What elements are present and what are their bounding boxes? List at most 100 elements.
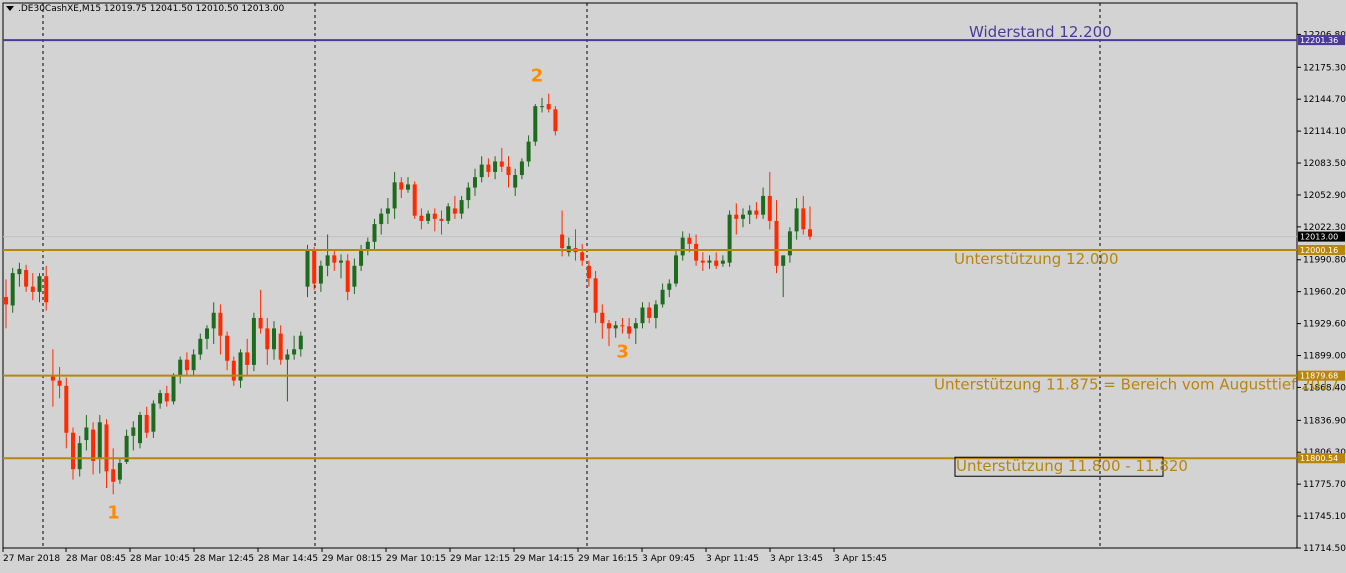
candle-bull[interactable] bbox=[138, 414, 142, 444]
candle-bear[interactable] bbox=[432, 213, 437, 219]
candle-bull[interactable] bbox=[519, 161, 524, 176]
candle-bull[interactable] bbox=[473, 177, 477, 188]
candle-bear[interactable] bbox=[452, 208, 457, 214]
candle-bull[interactable] bbox=[392, 182, 397, 209]
candle-bull[interactable] bbox=[540, 106, 544, 108]
candle-bear[interactable] bbox=[714, 260, 719, 266]
candle-bear[interactable] bbox=[647, 307, 652, 318]
candle-bear[interactable] bbox=[104, 424, 109, 472]
candle-bear[interactable] bbox=[57, 380, 62, 386]
candle-bear[interactable] bbox=[4, 297, 8, 305]
candle-bear[interactable] bbox=[687, 237, 692, 244]
candle-bull[interactable] bbox=[97, 422, 102, 459]
candle-bull[interactable] bbox=[251, 317, 256, 365]
candle-bear[interactable] bbox=[580, 252, 585, 261]
candle-bull[interactable] bbox=[318, 265, 323, 284]
candle-bull[interactable] bbox=[466, 187, 471, 201]
candle-bear[interactable] bbox=[553, 109, 558, 132]
candle-bear[interactable] bbox=[245, 352, 250, 365]
candle-bear[interactable] bbox=[218, 312, 223, 336]
candle-bear[interactable] bbox=[144, 414, 149, 433]
candle-bull[interactable] bbox=[727, 214, 732, 263]
candle-bear[interactable] bbox=[593, 278, 598, 313]
candle-bull[interactable] bbox=[205, 328, 209, 339]
candle-bull[interactable] bbox=[191, 354, 196, 371]
candle-bear[interactable] bbox=[44, 276, 49, 303]
candle-bull[interactable] bbox=[171, 375, 176, 402]
candle-bull[interactable] bbox=[272, 328, 276, 350]
candle-bear[interactable] bbox=[399, 182, 404, 190]
candle-bear[interactable] bbox=[345, 260, 350, 292]
candle-bull[interactable] bbox=[761, 195, 766, 215]
candle-bear[interactable] bbox=[258, 317, 263, 329]
candle-bear[interactable] bbox=[111, 469, 116, 482]
candle-bull[interactable] bbox=[707, 260, 712, 263]
candle-bull[interactable] bbox=[305, 250, 310, 287]
candle-bull[interactable] bbox=[640, 307, 645, 324]
candle-bear[interactable] bbox=[600, 312, 605, 324]
candle-bull[interactable] bbox=[365, 241, 370, 251]
candle-bull[interactable] bbox=[720, 260, 725, 264]
candle-bull[interactable] bbox=[479, 164, 484, 178]
candle-bull[interactable] bbox=[385, 208, 390, 214]
candle-bear[interactable] bbox=[419, 215, 424, 221]
candle-bull[interactable] bbox=[426, 213, 431, 221]
price-chart[interactable]: .DE30CashXE,M15 12019.75 12041.50 12010.… bbox=[0, 0, 1346, 569]
candle-bear[interactable] bbox=[808, 229, 812, 237]
symbol-header[interactable]: .DE30CashXE,M15 12019.75 12041.50 12010.… bbox=[6, 4, 284, 14]
candle-bull[interactable] bbox=[37, 276, 42, 292]
candle-bear[interactable] bbox=[546, 104, 551, 110]
candle-bear[interactable] bbox=[506, 166, 511, 176]
candle-bear[interactable] bbox=[184, 359, 189, 371]
candle-bull[interactable] bbox=[117, 462, 122, 480]
dropdown-triangle-icon[interactable] bbox=[6, 6, 14, 11]
candle-bull[interactable] bbox=[325, 255, 330, 266]
candle-bear[interactable] bbox=[225, 335, 230, 361]
candle-bear[interactable] bbox=[774, 220, 779, 266]
candle-bear[interactable] bbox=[231, 360, 236, 381]
candle-bull[interactable] bbox=[513, 175, 518, 188]
candle-bull[interactable] bbox=[178, 359, 183, 376]
candle-bear[interactable] bbox=[627, 326, 632, 334]
candle-bear[interactable] bbox=[700, 260, 705, 263]
candle-bull[interactable] bbox=[211, 312, 216, 329]
candle-bear[interactable] bbox=[801, 208, 806, 230]
candle-bear[interactable] bbox=[607, 323, 611, 329]
candle-bull[interactable] bbox=[298, 335, 303, 350]
candle-bull[interactable] bbox=[285, 354, 290, 360]
candle-bear[interactable] bbox=[71, 432, 75, 470]
candle-bull[interactable] bbox=[77, 443, 82, 470]
candle-bull[interactable] bbox=[406, 184, 410, 190]
candle-bear[interactable] bbox=[586, 265, 591, 279]
candle-bull[interactable] bbox=[533, 106, 538, 142]
candle-bear[interactable] bbox=[412, 184, 417, 216]
candle-bull[interactable] bbox=[493, 161, 498, 172]
candle-bear[interactable] bbox=[499, 161, 504, 167]
candle-bull[interactable] bbox=[741, 214, 745, 219]
candle-bull[interactable] bbox=[660, 289, 665, 305]
candle-bull[interactable] bbox=[339, 260, 343, 263]
candle-bear[interactable] bbox=[265, 328, 270, 350]
candle-bull[interactable] bbox=[781, 255, 786, 266]
candle-bear[interactable] bbox=[164, 393, 169, 402]
candle-bull[interactable] bbox=[747, 210, 752, 215]
candle-bull[interactable] bbox=[446, 206, 451, 221]
candle-bull[interactable] bbox=[198, 338, 203, 355]
candle-bull[interactable] bbox=[151, 403, 156, 432]
candle-bull[interactable] bbox=[84, 427, 89, 441]
candle-bull[interactable] bbox=[158, 393, 163, 404]
candle-bull[interactable] bbox=[131, 427, 136, 436]
candle-bear[interactable] bbox=[332, 255, 337, 263]
candle-bull[interactable] bbox=[372, 224, 377, 242]
candle-bear[interactable] bbox=[486, 164, 491, 172]
candle-bear[interactable] bbox=[560, 234, 565, 249]
candle-bear[interactable] bbox=[620, 325, 625, 327]
candle-bull[interactable] bbox=[359, 250, 364, 266]
candle-bear[interactable] bbox=[91, 429, 96, 461]
candle-bull[interactable] bbox=[292, 349, 297, 355]
candle-bear[interactable] bbox=[439, 218, 444, 221]
candle-bear[interactable] bbox=[312, 250, 317, 284]
candle-bear[interactable] bbox=[64, 385, 69, 433]
candle-bull[interactable] bbox=[787, 231, 792, 256]
candle-bull[interactable] bbox=[633, 323, 638, 329]
